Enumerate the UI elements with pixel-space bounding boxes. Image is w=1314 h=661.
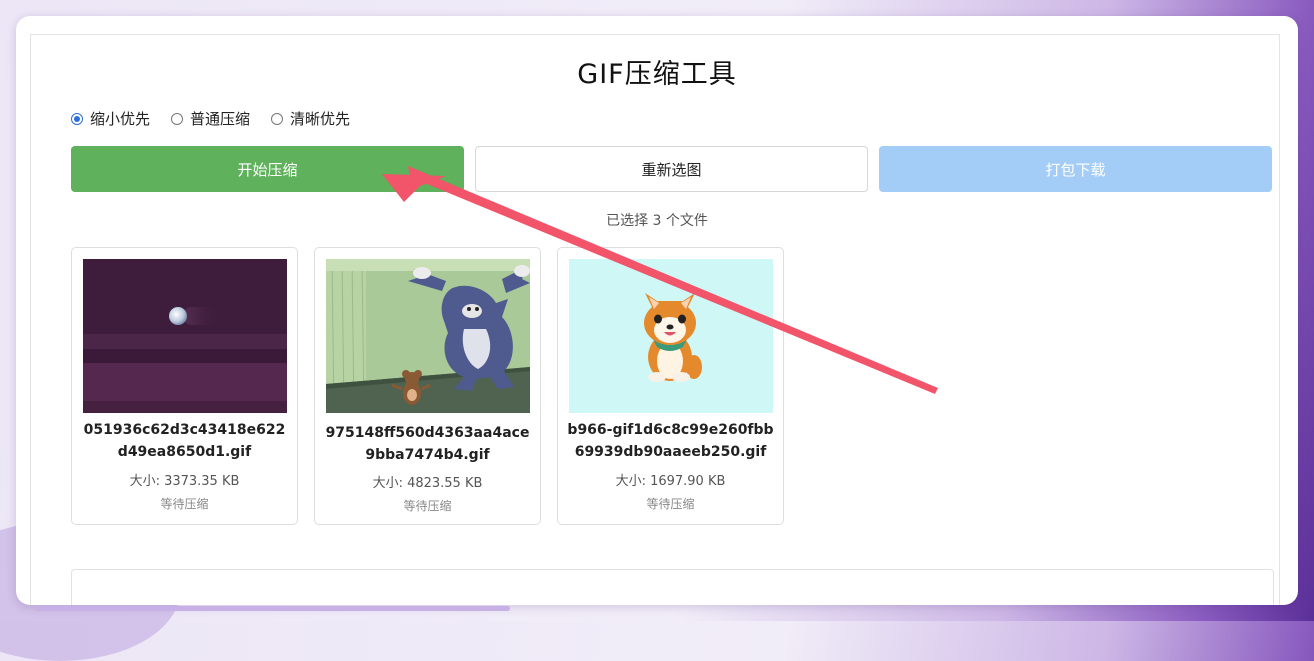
file-card: 051936c62d3c43418e622d49ea8650d1.gif 大小:…	[71, 247, 298, 525]
file-thumbnail	[569, 259, 773, 413]
mode-option-normal[interactable]: 普通压缩	[171, 108, 250, 129]
result-panel	[71, 569, 1274, 605]
mode-label-shrink: 缩小优先	[90, 110, 151, 128]
file-thumbnail	[326, 259, 530, 413]
file-name: 051936c62d3c43418e622d49ea8650d1.gif	[83, 422, 286, 460]
page-title: GIF压缩工具	[577, 59, 737, 90]
file-status: 等待压缩	[160, 497, 209, 511]
file-status: 等待压缩	[646, 497, 695, 511]
start-compress-button[interactable]: 开始压缩	[71, 146, 464, 192]
file-card: 975148ff560d4363aa4ace9bba7474b4.gif 大小:…	[314, 247, 541, 525]
horizontal-scrollbar[interactable]	[36, 606, 510, 611]
file-size: 大小: 1697.90 KB	[615, 474, 726, 489]
file-name: 975148ff560d4363aa4ace9bba7474b4.gif	[325, 425, 530, 463]
file-name: b966-gif1d6c8c99e260fbb69939db90aaeeb250…	[567, 422, 774, 460]
reselect-images-button[interactable]: 重新选图	[475, 146, 868, 192]
file-thumbnail	[83, 259, 287, 413]
file-size: 大小: 3373.35 KB	[129, 474, 240, 489]
mode-option-clarity[interactable]: 清晰优先	[271, 108, 350, 129]
mode-label-clarity: 清晰优先	[290, 110, 351, 128]
file-card: b966-gif1d6c8c99e260fbb69939db90aaeeb250…	[557, 247, 784, 525]
mode-option-shrink[interactable]: 缩小优先	[71, 108, 150, 129]
mode-label-normal: 普通压缩	[190, 110, 251, 128]
radio-clarity[interactable]	[271, 112, 284, 125]
main-card: GIF压缩工具 缩小优先 普通压缩 清晰优先 开始压缩 重新选图 打包下载 已选…	[16, 16, 1298, 605]
selected-count: 已选择 3 个文件	[606, 213, 708, 229]
radio-shrink[interactable]	[71, 112, 83, 125]
compression-mode-group: 缩小优先 普通压缩 清晰优先	[71, 108, 350, 129]
radio-normal[interactable]	[171, 112, 184, 125]
download-zip-button[interactable]: 打包下载	[879, 146, 1272, 192]
file-size: 大小: 4823.55 KB	[372, 476, 483, 491]
file-status: 等待压缩	[403, 499, 452, 513]
